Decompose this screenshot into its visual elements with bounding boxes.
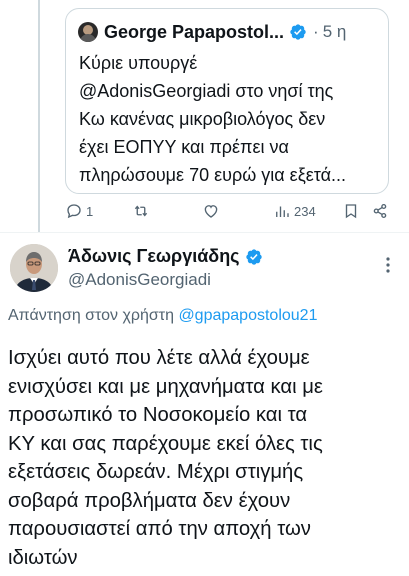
quoted-author-name[interactable]: George Papapostol...: [104, 22, 284, 43]
verified-badge-icon: [290, 24, 306, 40]
reply-context: Απάντηση στον χρήστη @gpapapostolou21: [8, 307, 317, 325]
reply-author-handle[interactable]: @AdonisGeorgiadi: [68, 270, 211, 290]
more-options-button[interactable]: [380, 254, 396, 276]
author-avatar[interactable]: [10, 244, 58, 292]
tweet-divider: [0, 232, 409, 233]
reply-to-handle-link[interactable]: @gpapapostolou21: [178, 307, 317, 324]
reply-count: 1: [86, 203, 94, 219]
quoted-tweet-header: George Papapostol... · 5 η: [78, 21, 346, 43]
reply-button[interactable]: 1: [65, 200, 93, 222]
bookmark-icon: [345, 204, 357, 219]
quoted-tweet-card[interactable]: George Papapostol... · 5 η Κύριε υπουργέ…: [65, 8, 389, 194]
views-chart-icon: [276, 206, 289, 217]
thread-connector-line: [38, 0, 40, 232]
bookmark-button[interactable]: [342, 200, 360, 222]
views-button[interactable]: 234: [273, 200, 316, 222]
tweet-action-bar: 1 234: [65, 200, 389, 222]
verified-badge-icon: [245, 248, 262, 265]
reply-author-name[interactable]: Άδωνις Γεωργιάδης: [68, 246, 240, 267]
reply-icon: [67, 204, 81, 219]
reply-author-name-row: Άδωνις Γεωργιάδης: [68, 246, 263, 267]
reply-tweet-text: Ισχύει αυτό που λέτε αλλά έχουμε ενισχύσ…: [8, 347, 323, 569]
share-button[interactable]: [371, 200, 389, 222]
quoted-tweet-text: Κύριε υπουργέ @AdonisGeorgiadi στο νησί …: [79, 53, 347, 185]
more-options-icon: [386, 257, 390, 273]
retweet-button[interactable]: [132, 200, 153, 222]
time-separator: ·: [313, 22, 319, 41]
quoted-tweet-time[interactable]: 5 η: [323, 22, 347, 42]
views-count: 234: [294, 203, 316, 219]
quoted-author-avatar[interactable]: [78, 22, 98, 42]
author-photo: [10, 244, 58, 292]
heart-icon: [204, 205, 218, 218]
share-icon: [373, 203, 387, 219]
reply-to-prefix: Απάντηση στον χρήστη: [8, 307, 174, 324]
like-button[interactable]: [202, 200, 223, 222]
retweet-icon: [134, 205, 148, 217]
